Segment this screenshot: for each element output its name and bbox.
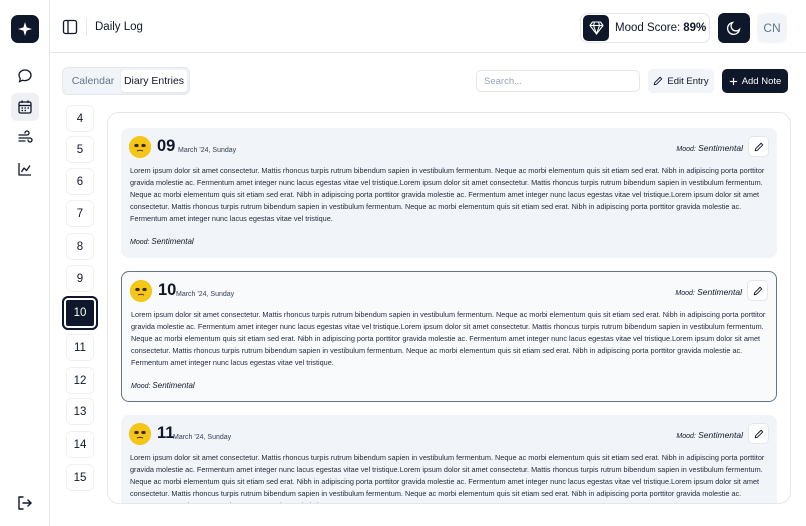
- entry-mood: Mood: Sentimental: [675, 287, 742, 297]
- calendar-icon: [18, 100, 32, 114]
- tab-calendar[interactable]: Calendar: [66, 70, 120, 92]
- theme-toggle-button[interactable]: [718, 13, 750, 43]
- search-input[interactable]: [476, 70, 640, 92]
- entry-text: Lorem ipsum dolor sit amet consectetur. …: [130, 166, 765, 224]
- sidebar: [0, 0, 50, 526]
- add-note-label: Add Note: [741, 75, 782, 87]
- mood-score-label: Mood Score:: [615, 22, 681, 34]
- day-item[interactable]: 5: [66, 136, 94, 163]
- day-item[interactable]: 4: [66, 105, 94, 132]
- pencil-icon: [754, 142, 763, 151]
- edit-entry-label: Edit Entry: [667, 75, 709, 87]
- entry-edit-button[interactable]: [747, 280, 768, 301]
- entry-date: March '24, Sunday: [178, 147, 237, 154]
- gem-icon-box: [583, 15, 609, 41]
- entry-day: 09: [157, 137, 176, 155]
- chart-icon: [18, 163, 31, 176]
- diary-entry[interactable]: 09 March '24, Sunday Mood: Sentimental L…: [121, 128, 777, 258]
- entry-footer-mood: Mood: Sentimental: [131, 381, 195, 390]
- diamond-icon: [588, 21, 604, 35]
- diary-entry[interactable]: 11 March '24, Sunday Mood: Sentimental L…: [121, 415, 777, 503]
- day-item[interactable]: 13: [66, 398, 94, 425]
- diary-entries-panel: 09 March '24, Sunday Mood: Sentimental L…: [107, 112, 791, 504]
- wind-icon: [18, 130, 33, 143]
- mood-emoji-icon: [130, 280, 152, 302]
- day-item[interactable]: 6: [66, 168, 94, 195]
- day-item[interactable]: 15: [66, 464, 94, 491]
- diary-entry-selected[interactable]: 10 March '24, Sunday Mood: Sentimental L…: [121, 271, 777, 402]
- entry-mood: Mood: Sentimental: [676, 430, 743, 440]
- add-note-button[interactable]: Add Note: [722, 69, 788, 93]
- header: Daily Log Mood Score: 89% CN: [50, 0, 806, 53]
- entry-date: March '24, Sunday: [176, 291, 235, 298]
- entry-edit-button[interactable]: [748, 423, 769, 444]
- sidebar-item-chart[interactable]: [11, 155, 39, 183]
- header-divider: [86, 18, 87, 36]
- day-item[interactable]: 14: [66, 431, 94, 458]
- moon-icon: [726, 21, 741, 36]
- edit-entry-button[interactable]: Edit Entry: [648, 69, 714, 93]
- mood-emoji-icon: [129, 423, 151, 445]
- sidebar-item-wind[interactable]: [11, 124, 39, 152]
- entry-day: 11: [157, 424, 175, 442]
- plus-icon: [729, 77, 737, 85]
- entry-day: 10: [158, 281, 177, 299]
- mood-emoji-icon: [129, 136, 151, 158]
- day-item[interactable]: 11: [66, 334, 94, 361]
- mood-score-value: 89%: [683, 22, 707, 34]
- avatar[interactable]: CN: [757, 13, 787, 43]
- entry-mood: Mood: Sentimental: [676, 143, 743, 153]
- pencil-icon: [654, 76, 663, 86]
- sidebar-toggle-icon[interactable]: [62, 19, 78, 35]
- entry-footer-mood: Mood: Sentimental: [130, 237, 194, 246]
- view-tabs: Calendar Diary Entries: [62, 67, 190, 95]
- pencil-icon: [753, 286, 762, 295]
- sparkle-icon: [18, 22, 32, 36]
- page-title: Daily Log: [95, 21, 143, 33]
- day-item[interactable]: 9: [66, 265, 94, 292]
- entry-text: Lorem ipsum dolor sit amet consectetur. …: [130, 453, 765, 503]
- day-item[interactable]: 12: [66, 367, 94, 394]
- sidebar-item-chat[interactable]: [11, 62, 39, 90]
- sidebar-item-calendar[interactable]: [11, 93, 39, 121]
- entry-date: March '24, Sunday: [173, 434, 232, 441]
- tab-diary-entries[interactable]: Diary Entries: [121, 70, 187, 92]
- mood-score-badge: Mood Score: 89%: [580, 13, 710, 43]
- logo[interactable]: [11, 15, 39, 43]
- day-item[interactable]: 7: [66, 200, 94, 227]
- pencil-icon: [754, 429, 763, 438]
- entry-text: Lorem ipsum dolor sit amet consectetur. …: [131, 310, 766, 368]
- entry-edit-button[interactable]: [748, 136, 769, 157]
- day-item[interactable]: 8: [66, 233, 94, 260]
- chat-icon: [18, 69, 32, 83]
- day-item-selected[interactable]: 10: [62, 296, 98, 330]
- logout-icon[interactable]: [16, 494, 34, 512]
